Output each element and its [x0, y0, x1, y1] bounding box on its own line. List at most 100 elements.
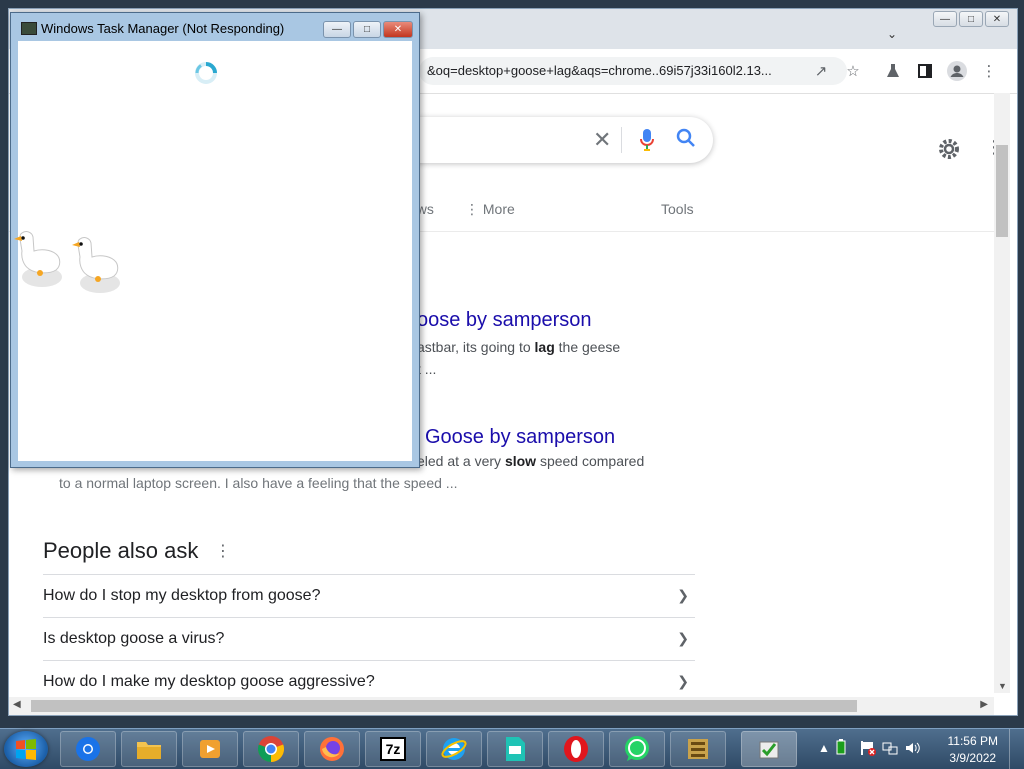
result-2-snippet: eled at a very slow speed compared — [417, 450, 644, 472]
result-1-title[interactable]: oose by samperson — [417, 309, 592, 332]
side-panel-icon[interactable] — [915, 61, 935, 81]
task-manager-window: Windows Task Manager (Not Responding) — … — [10, 12, 420, 468]
action-center-flag-icon[interactable] — [860, 740, 876, 759]
internet-explorer-icon — [441, 738, 467, 760]
clear-search-icon[interactable]: ✕ — [593, 129, 611, 151]
paa-question[interactable]: Is desktop goose a virus? ❯ — [43, 617, 695, 660]
more-options-icon[interactable]: ⋮ — [985, 137, 994, 158]
taskbar-image-viewer[interactable] — [487, 731, 543, 767]
result-2-title[interactable]: Goose by samperson — [425, 426, 615, 449]
taskbar-whatsapp[interactable] — [609, 731, 665, 767]
paa-question-text: Is desktop goose a virus? — [43, 630, 225, 647]
taskbar-task-scheduler[interactable] — [741, 731, 797, 767]
desktop-goose-icon[interactable] — [12, 227, 68, 294]
bookmark-star-icon[interactable]: ☆ — [843, 61, 863, 81]
7zip-icon: 7z — [379, 737, 407, 761]
people-also-ask-title: People also ask — [43, 538, 199, 563]
chrome-close-button[interactable]: ✕ — [985, 11, 1009, 27]
clock-time: 11:56 PM — [947, 734, 998, 748]
firefox-icon — [320, 737, 344, 761]
tab-tools[interactable]: Tools — [661, 201, 694, 217]
show-hidden-icons-arrow-icon[interactable]: ▲ — [818, 741, 830, 755]
tm-maximize-button[interactable]: □ — [353, 21, 381, 38]
start-button[interactable] — [4, 731, 48, 767]
chrome-menu-icon[interactable]: ⋮ — [979, 61, 999, 81]
chevron-down-icon: ❯ — [677, 587, 689, 603]
result-2-snippet-bold: slow — [504, 453, 537, 469]
task-manager-window-controls: — □ ✕ — [323, 21, 413, 38]
result-2-snippet-pre: eled at a very — [417, 453, 505, 469]
system-tray: ▲ 11:56 PM 3/9/2022 — [810, 729, 1024, 769]
tab-more-label: More — [482, 201, 515, 217]
taskbar-chrome[interactable] — [243, 731, 299, 767]
share-icon[interactable]: ↗ — [811, 61, 831, 81]
scroll-left-arrow-icon[interactable]: ◀ — [13, 699, 21, 710]
taskbar-7zip[interactable]: 7z — [365, 731, 421, 767]
whatsapp-icon — [625, 736, 649, 761]
archive-icon — [688, 739, 708, 759]
taskbar-firefox[interactable] — [304, 731, 360, 767]
vertical-scrollbar[interactable]: ▼ — [994, 93, 1010, 693]
paa-question-text: How do I stop my desktop from goose? — [43, 587, 321, 604]
taskbar-media-player[interactable] — [182, 731, 238, 767]
desktop-goose-icon[interactable] — [70, 233, 126, 300]
chevron-down-icon: ❯ — [677, 673, 689, 689]
scroll-right-arrow-icon[interactable]: ▶ — [980, 699, 988, 710]
task-manager-app-icon — [21, 22, 37, 35]
image-file-icon — [506, 737, 525, 761]
scroll-down-arrow-icon[interactable]: ▼ — [998, 681, 1007, 691]
paa-question[interactable]: How do I make my desktop goose aggressiv… — [43, 660, 695, 693]
result-1-snippet-pre: astbar, its going to — [417, 339, 535, 355]
paa-question-text: How do I make my desktop goose aggressiv… — [43, 673, 375, 690]
battery-icon[interactable] — [836, 739, 846, 758]
tab-more[interactable]: ⋮ More — [465, 201, 515, 218]
clock-date: 3/9/2022 — [949, 751, 997, 765]
result-1-snippet-bold: lag — [534, 339, 555, 355]
taskbar-file-explorer[interactable] — [121, 731, 177, 767]
chrome-canary-icon — [76, 737, 100, 761]
show-desktop-button[interactable] — [1009, 729, 1024, 769]
clock[interactable]: 11:56 PM 3/9/2022 — [948, 733, 998, 767]
horizontal-scrollbar-thumb[interactable] — [31, 700, 857, 712]
address-bar[interactable]: &oq=desktop+goose+lag&aqs=chrome..69i57j… — [419, 57, 847, 85]
media-player-icon — [200, 740, 220, 758]
task-manager-titlebar[interactable]: Windows Task Manager (Not Responding) — … — [11, 13, 419, 41]
result-1-snippet-post: the geese — [554, 339, 621, 355]
profile-avatar-icon[interactable] — [947, 61, 967, 81]
chrome-minimize-button[interactable]: — — [933, 11, 957, 27]
result-2-snippet-post: speed compared — [536, 453, 645, 469]
vertical-scrollbar-thumb[interactable] — [996, 145, 1008, 237]
taskbar-archive-tool[interactable] — [670, 731, 726, 767]
settings-gear-icon[interactable] — [937, 137, 961, 166]
volume-icon[interactable] — [904, 740, 920, 759]
search-nav-tabs: ews ⋮ More Tools — [409, 197, 994, 227]
paa-menu-icon[interactable]: ⋮ — [215, 541, 231, 561]
tm-minimize-button[interactable]: — — [323, 21, 351, 38]
network-icon[interactable] — [882, 740, 898, 759]
result-1-snippet: astbar, its going to lag the geese — [417, 336, 620, 358]
taskbar-opera[interactable] — [548, 731, 604, 767]
paa-question[interactable]: How do I stop my desktop from goose? ❯ — [43, 574, 695, 617]
tab-search-chevron-icon[interactable]: ⌄ — [887, 27, 897, 41]
task-manager-title: Windows Task Manager (Not Responding) — [41, 21, 285, 36]
horizontal-scrollbar[interactable]: ◀ ▶ — [9, 697, 994, 715]
taskbar-internet-explorer[interactable] — [426, 731, 482, 767]
taskbar-chrome-canary[interactable] — [60, 731, 116, 767]
folder-icon — [137, 742, 161, 759]
busy-spinner-icon — [194, 61, 218, 90]
chevron-down-icon: ❯ — [677, 630, 689, 646]
search-box[interactable]: ✕ — [399, 117, 713, 163]
result-2-snippet-line2: to a normal laptop screen. I also have a… — [59, 475, 458, 491]
windows-logo-icon — [16, 739, 36, 760]
chrome-window-controls: — □ ✕ — [933, 11, 1009, 27]
voice-search-icon[interactable] — [639, 127, 655, 158]
tm-close-button[interactable]: ✕ — [383, 21, 413, 38]
chrome-maximize-button[interactable]: □ — [959, 11, 983, 27]
address-text[interactable]: &oq=desktop+goose+lag&aqs=chrome..69i57j… — [427, 63, 807, 78]
labs-flask-icon[interactable] — [883, 61, 903, 81]
task-scheduler-icon — [759, 741, 779, 759]
taskbar: 7z ▲ 11:56 PM 3/9/2022 — [0, 728, 1024, 769]
opera-icon — [564, 736, 588, 762]
search-submit-icon[interactable] — [675, 127, 697, 154]
searchbox-divider — [621, 127, 622, 153]
